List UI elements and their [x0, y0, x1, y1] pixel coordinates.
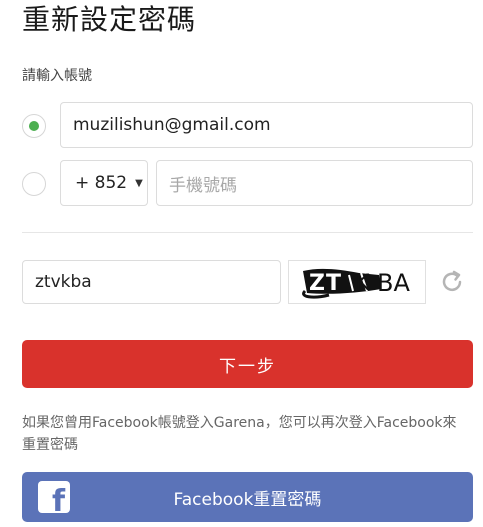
- phone-number-field[interactable]: 手機號碼: [156, 160, 473, 206]
- next-step-button[interactable]: 下一步: [22, 340, 473, 388]
- email-field[interactable]: muzilishun@gmail.com: [60, 102, 473, 148]
- phone-number-placeholder: 手機號碼: [169, 175, 237, 196]
- reset-password-page: 重新設定密碼 請輸入帳號 muzilishun@gmail.com + 852 …: [0, 0, 483, 527]
- page-title: 重新設定密碼: [22, 3, 197, 36]
- email-radio-selected-dot: [29, 121, 39, 131]
- refresh-icon[interactable]: [438, 268, 466, 296]
- facebook-hint-text: 如果您曾用Facebook帳號登入Garena，您可以再次登入Facebook來…: [22, 415, 457, 453]
- facebook-reset-button[interactable]: f Facebook重置密碼: [22, 472, 473, 522]
- captcha-image: ZT K BA: [288, 260, 426, 304]
- svg-text:K: K: [355, 271, 370, 296]
- next-step-label: 下一步: [219, 356, 276, 377]
- country-code-select[interactable]: + 852 ▼: [60, 160, 148, 206]
- captcha-input[interactable]: ztvkba: [22, 260, 281, 304]
- facebook-logo-icon: f: [38, 481, 70, 513]
- account-section-label: 請輸入帳號: [22, 68, 92, 84]
- section-divider: [22, 232, 473, 233]
- country-code-value: + 852: [75, 173, 128, 193]
- phone-radio[interactable]: [22, 172, 46, 196]
- svg-text:BA: BA: [377, 269, 410, 297]
- email-radio[interactable]: [22, 114, 46, 138]
- caret-down-icon: ▼: [135, 177, 143, 189]
- svg-text:ZT: ZT: [309, 271, 342, 296]
- captcha-input-value: ztvkba: [35, 272, 92, 292]
- email-value: muzilishun@gmail.com: [73, 115, 271, 135]
- facebook-reset-label: Facebook重置密碼: [173, 489, 322, 510]
